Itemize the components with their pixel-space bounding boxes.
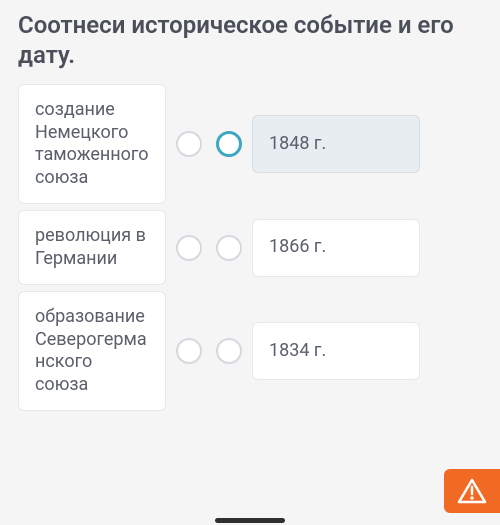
date-card[interactable]: 1866 г. <box>252 219 420 277</box>
right-connector-dot[interactable] <box>216 131 242 157</box>
match-row: образование Северогерманского союза 1834… <box>18 291 482 411</box>
right-connector-dot[interactable] <box>216 338 242 364</box>
match-row: революция в Германии 1866 г. <box>18 210 482 285</box>
date-label: 1866 г. <box>269 236 326 259</box>
warning-icon <box>457 478 487 504</box>
left-connector-dot[interactable] <box>176 235 202 261</box>
connector-group <box>166 131 252 157</box>
quiz-container: Соотнеси историческое событие и его дату… <box>0 0 500 411</box>
event-label: создание Немецкого таможенного союза <box>35 99 149 189</box>
date-card[interactable]: 1834 г. <box>252 322 420 380</box>
event-card[interactable]: революция в Германии <box>18 210 166 285</box>
right-connector-dot[interactable] <box>216 235 242 261</box>
match-row: создание Немецкого таможенного союза 184… <box>18 84 482 204</box>
connector-group <box>166 338 252 364</box>
date-label: 1848 г. <box>269 133 326 156</box>
connector-group <box>166 235 252 261</box>
warning-badge[interactable] <box>444 469 500 513</box>
left-connector-dot[interactable] <box>176 131 202 157</box>
match-rows: создание Немецкого таможенного союза 184… <box>18 84 482 411</box>
event-card[interactable]: образование Северогерманского союза <box>18 291 166 411</box>
home-indicator <box>215 518 285 523</box>
left-connector-dot[interactable] <box>176 338 202 364</box>
date-card[interactable]: 1848 г. <box>252 115 420 173</box>
event-label: образование Северогерманского союза <box>35 306 149 396</box>
event-label: революция в Германии <box>35 225 149 270</box>
date-label: 1834 г. <box>269 340 326 363</box>
question-title: Соотнеси историческое событие и его дату… <box>18 10 482 70</box>
event-card[interactable]: создание Немецкого таможенного союза <box>18 84 166 204</box>
